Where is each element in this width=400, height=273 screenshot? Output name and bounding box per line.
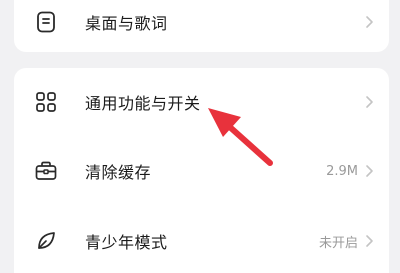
settings-row-desktop-lyrics[interactable]: 桌面与歌词 xyxy=(14,0,389,52)
briefcase-icon xyxy=(34,159,58,183)
settings-row-clear-cache[interactable]: 清除缓存 2.9M xyxy=(14,141,389,201)
settings-row-general-functions[interactable]: 通用功能与开关 xyxy=(14,72,389,132)
settings-card-top: 桌面与歌词 xyxy=(14,0,389,52)
settings-row-teen-mode[interactable]: 青少年模式 未开启 xyxy=(14,211,389,271)
chevron-right-icon xyxy=(366,165,373,177)
cache-size-value: 2.9M xyxy=(326,163,358,179)
chevron-right-icon xyxy=(366,96,373,108)
leaf-icon xyxy=(34,229,58,253)
grid-four-squares-icon xyxy=(34,90,58,114)
chevron-right-icon xyxy=(366,235,373,247)
teen-mode-status-value: 未开启 xyxy=(318,235,358,251)
lyrics-document-icon xyxy=(34,10,58,34)
settings-row-label: 清除缓存 xyxy=(85,163,152,182)
chevron-right-icon xyxy=(366,16,373,28)
settings-row-label: 青少年模式 xyxy=(85,233,168,252)
settings-card-main: 通用功能与开关 清除缓存 2.9M 青少年模式 未开启 xyxy=(14,68,389,273)
settings-row-label: 通用功能与开关 xyxy=(85,94,201,113)
settings-row-label: 桌面与歌词 xyxy=(85,14,168,33)
